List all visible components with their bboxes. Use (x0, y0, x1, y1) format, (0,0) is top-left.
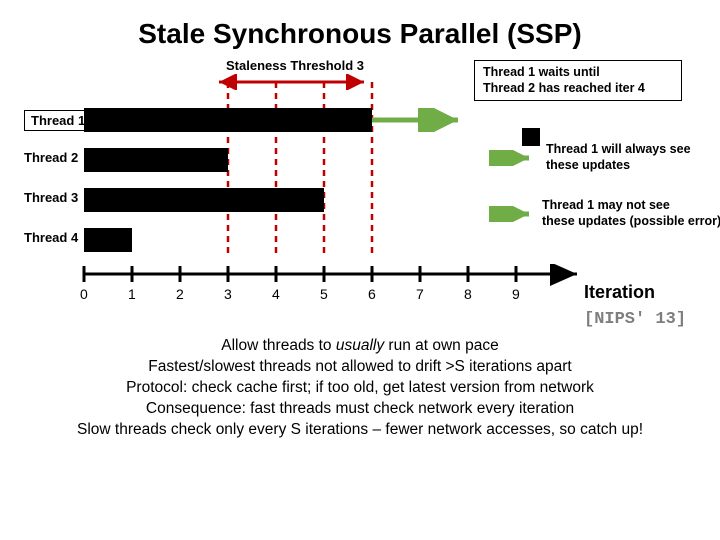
legend-1-text: Thread 1 will always see these updates (546, 142, 691, 173)
page-title: Stale Synchronous Parallel (SSP) (24, 18, 696, 50)
description-text: Allow threads to usually run at own pace… (24, 336, 696, 441)
tick-8: 8 (464, 286, 472, 302)
tick-1: 1 (128, 286, 136, 302)
thread-4-label: Thread 4 (24, 230, 78, 245)
thread-2-label: Thread 2 (24, 150, 78, 165)
tick-3: 3 (224, 286, 232, 302)
tick-6: 6 (368, 286, 376, 302)
body-l1a: Allow threads to (221, 337, 336, 354)
tick-4: 4 (272, 286, 280, 302)
tick-0: 0 (80, 286, 88, 302)
legend-2-text: Thread 1 may not see these updates (poss… (542, 198, 720, 229)
legend-arrow-1 (489, 150, 537, 166)
thread-1-bar (84, 108, 372, 132)
body-l1b: usually (336, 337, 384, 354)
thread-3-bar (84, 188, 324, 212)
ssp-diagram: Staleness Threshold 3 Thread 1 waits unt… (24, 58, 696, 338)
thread1-green-arrow (372, 108, 472, 132)
body-l2: Fastest/slowest threads not allowed to d… (148, 358, 571, 375)
body-l1c: run at own pace (384, 337, 499, 354)
thread-3-label: Thread 3 (24, 190, 78, 205)
thread-2-bar (84, 148, 228, 172)
thread-4-bar (84, 228, 132, 252)
citation: [NIPS' 13] (584, 310, 686, 329)
body-l4: Consequence: fast threads must check net… (146, 400, 574, 417)
legend-arrow-2 (489, 206, 537, 222)
wait-note: Thread 1 waits until Thread 2 has reache… (474, 60, 682, 101)
tick-7: 7 (416, 286, 424, 302)
body-l3: Protocol: check cache first; if too old,… (126, 379, 594, 396)
iteration-label: Iteration (584, 282, 655, 303)
tick-9: 9 (512, 286, 520, 302)
legend-black-square (522, 128, 540, 146)
thread-1-label: Thread 1 (24, 110, 92, 131)
staleness-label: Staleness Threshold 3 (226, 58, 364, 73)
tick-2: 2 (176, 286, 184, 302)
tick-5: 5 (320, 286, 328, 302)
body-l5: Slow threads check only every S iteratio… (77, 421, 643, 438)
